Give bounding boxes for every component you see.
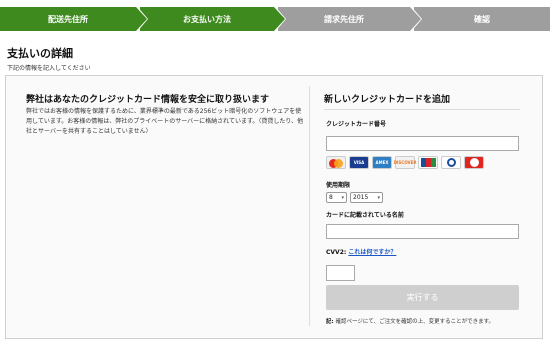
expiry-month-value: 8 [329,194,333,201]
cvv-help-link[interactable]: これは何ですか？ [348,249,396,256]
expiry-year-value: 2015 [353,194,369,201]
card-number-input[interactable] [326,136,519,151]
note-text: 確認ページにて、ご注文を確認の上、変更することができます。 [335,319,495,325]
heading-divider [324,109,520,110]
cvv-row: CVV2: これは何ですか？ [326,247,396,256]
step-billing-address: 請求先住所 [278,7,410,31]
ginren-icon [464,156,484,169]
step-label: 確認 [474,14,490,24]
expiry-year-select[interactable]: 2015 ▾ [350,192,383,203]
discover-icon: DISCOVER [393,156,417,169]
step-label: 請求先住所 [324,14,364,24]
cardholder-name-label: カードに記載されている名前 [326,212,404,219]
cvv-label: CVV2: [326,249,347,256]
cvv-input[interactable] [326,265,355,281]
add-card-heading: 新しいクレジットカードを追加 [324,95,451,105]
cardholder-name-input[interactable] [326,224,519,239]
step-arrow [274,7,285,31]
security-heading: 弊社はあなたのクレジットカード情報を安全に取り扱います [26,95,270,105]
security-description: 弊社ではお客様の情報を保護するために、業界標準の最新である256ビット暗号化のソ… [26,108,304,135]
checkout-steps: 配送先住所 お支払い方法 請求先住所 確認 [0,5,550,33]
expiry-month-select[interactable]: 8 ▾ [326,192,347,203]
step-label: 配送先住所 [48,14,88,24]
expiry-label: 使用期限 [326,182,351,189]
page-title: 支払いの詳細 [7,47,73,60]
discover-text: DISCOVER [393,160,417,165]
jcb-icon [418,156,438,169]
amex-text: AMEX [375,160,389,165]
mastercard-icon [326,156,346,169]
diners-icon [441,156,461,169]
step-confirm: 確認 [414,7,550,31]
visa-icon: VISA [349,156,369,169]
note-prefix: 記: [326,319,334,325]
amex-icon: AMEX [372,156,392,169]
panel-divider [309,86,310,326]
step-arrow [136,7,147,31]
step-label: お支払い方法 [183,14,231,24]
card-number-label: クレジットカード番号 [326,121,387,128]
submit-button[interactable]: 実行する [326,285,519,310]
card-brand-list: VISA AMEX DISCOVER [326,156,484,169]
page-subtitle: 下記の情報を記入してください [7,65,91,72]
step-payment-method[interactable]: お支払い方法 [140,7,274,31]
step-arrow [410,7,421,31]
chevron-down-icon: ▾ [377,194,380,201]
chevron-down-icon: ▾ [341,194,344,201]
step-shipping-address[interactable]: 配送先住所 [0,7,136,31]
confirmation-note: 記: 確認ページにて、ご注文を確認の上、変更することができます。 [326,317,494,325]
visa-text: VISA [353,160,365,165]
